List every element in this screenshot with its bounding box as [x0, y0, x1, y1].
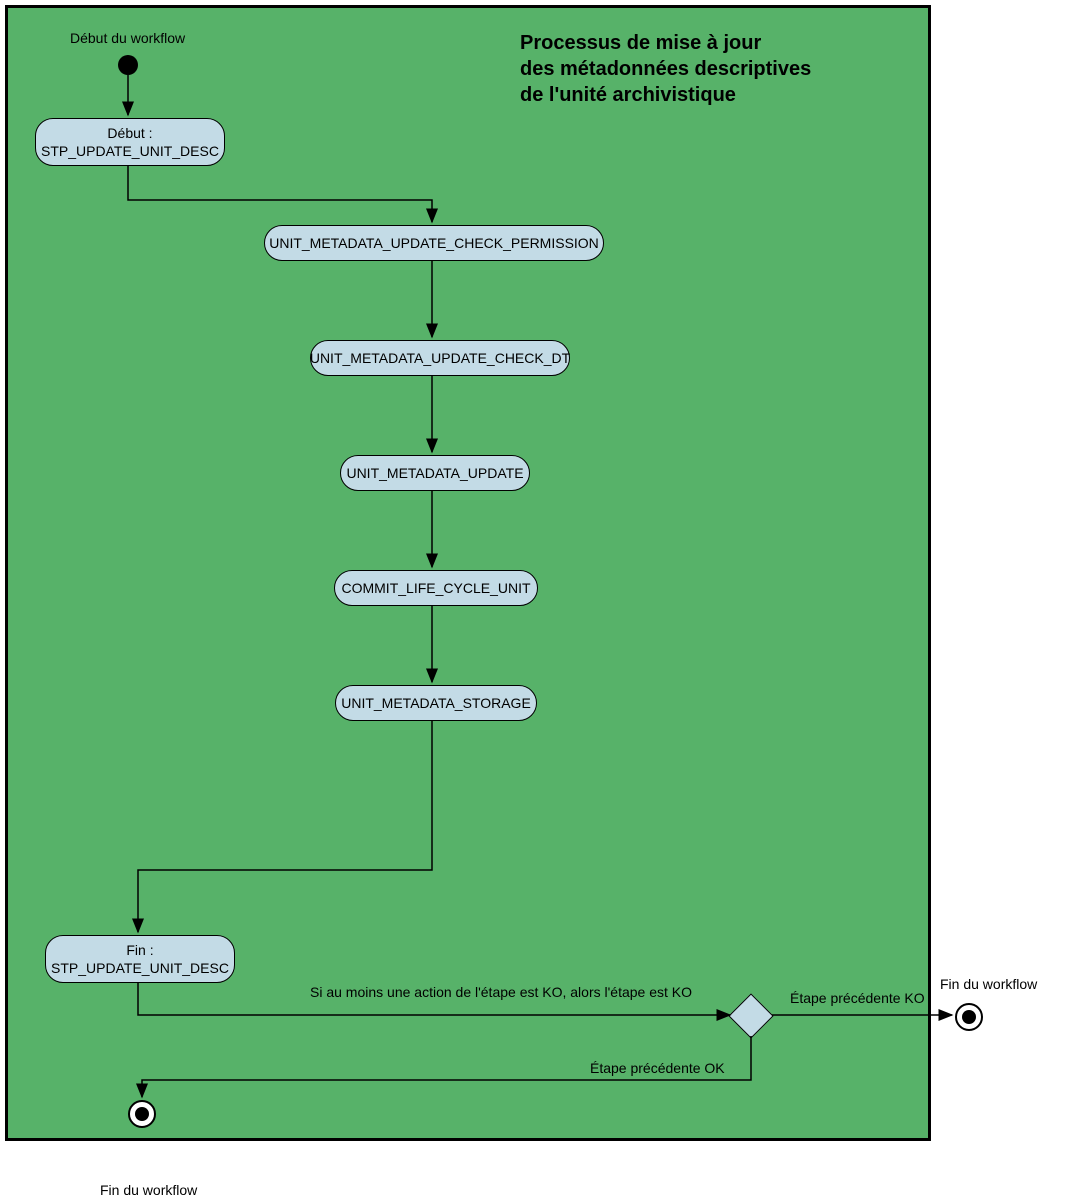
title-line: de l'unité archivistique	[520, 82, 811, 108]
label-fin-workflow-bottom: Fin du workflow	[100, 1182, 197, 1198]
label-fin-workflow-right: Fin du workflow	[940, 976, 1037, 992]
label-condition-ko: Si au moins une action de l'étape est KO…	[310, 984, 692, 1000]
label-debut-workflow: Début du workflow	[70, 30, 185, 46]
diagram-title: Processus de mise à jour des métadonnées…	[520, 30, 811, 108]
title-line: Processus de mise à jour	[520, 30, 811, 56]
start-node-icon	[118, 55, 138, 75]
activity-update: UNIT_METADATA_UPDATE	[340, 455, 530, 491]
end-node-right-icon	[955, 1003, 983, 1031]
title-line: des métadonnées descriptives	[520, 56, 811, 82]
end-node-bottom-icon	[128, 1100, 156, 1128]
activity-commit: COMMIT_LIFE_CYCLE_UNIT	[334, 570, 538, 606]
label-etape-ko: Étape précédente KO	[790, 990, 925, 1006]
activity-check-dt: UNIT_METADATA_UPDATE_CHECK_DT	[310, 340, 570, 376]
activity-debut: Début : STP_UPDATE_UNIT_DESC	[35, 118, 225, 166]
activity-text: STP_UPDATE_UNIT_DESC	[51, 959, 229, 977]
activity-text: STP_UPDATE_UNIT_DESC	[41, 142, 219, 160]
label-etape-ok: Étape précédente OK	[590, 1060, 725, 1076]
activity-check-permission: UNIT_METADATA_UPDATE_CHECK_PERMISSION	[264, 225, 604, 261]
activity-text: Fin :	[126, 941, 153, 959]
activity-fin: Fin : STP_UPDATE_UNIT_DESC	[45, 935, 235, 983]
activity-storage: UNIT_METADATA_STORAGE	[335, 685, 537, 721]
activity-text: Début :	[107, 124, 152, 142]
